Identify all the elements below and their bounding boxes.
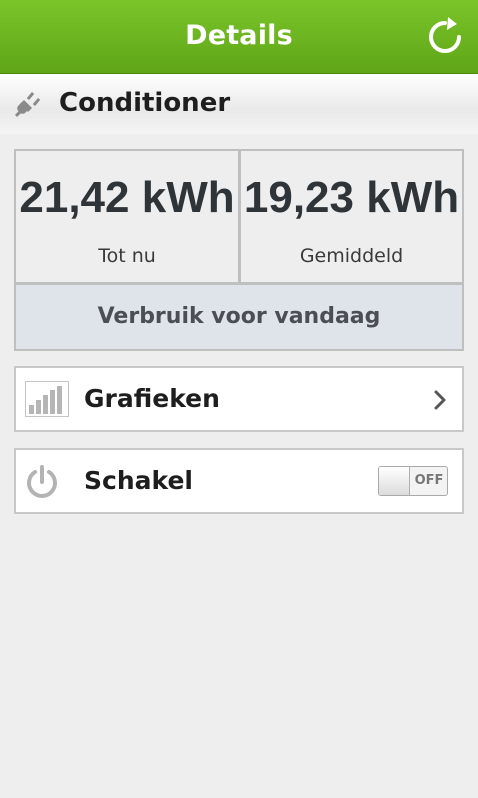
- total-usage-label: Tot nu: [98, 245, 156, 267]
- charts-label: Grafieken: [84, 384, 220, 413]
- refresh-icon[interactable]: [424, 16, 466, 58]
- toggle-knob: [379, 467, 410, 495]
- charts-row[interactable]: Grafieken: [14, 366, 464, 432]
- average-usage-value: 19,23 kWh: [243, 173, 460, 222]
- today-usage-button[interactable]: Verbruik voor vandaag: [16, 285, 462, 349]
- app-header: Details: [0, 0, 478, 74]
- usage-stats: 21,42 kWh Tot nu 19,23 kWh Gemiddeld Ver…: [14, 149, 464, 351]
- total-usage-value: 21,42 kWh: [19, 173, 235, 222]
- device-name: Conditioner: [59, 88, 231, 118]
- switch-label: Schakel: [84, 466, 193, 495]
- device-header: Conditioner: [0, 74, 478, 134]
- bar-chart-icon: [25, 381, 69, 417]
- switch-row: Schakel OFF: [14, 448, 464, 514]
- chevron-right-icon: [434, 390, 446, 410]
- total-usage-cell: 21,42 kWh Tot nu: [16, 151, 238, 282]
- page-title: Details: [185, 20, 293, 51]
- plug-icon: [14, 91, 41, 118]
- average-usage-label: Gemiddeld: [299, 245, 404, 267]
- toggle-state: OFF: [414, 473, 444, 488]
- power-toggle[interactable]: OFF: [378, 466, 448, 496]
- average-usage-cell: 19,23 kWh Gemiddeld: [241, 151, 462, 282]
- power-icon: [27, 465, 57, 498]
